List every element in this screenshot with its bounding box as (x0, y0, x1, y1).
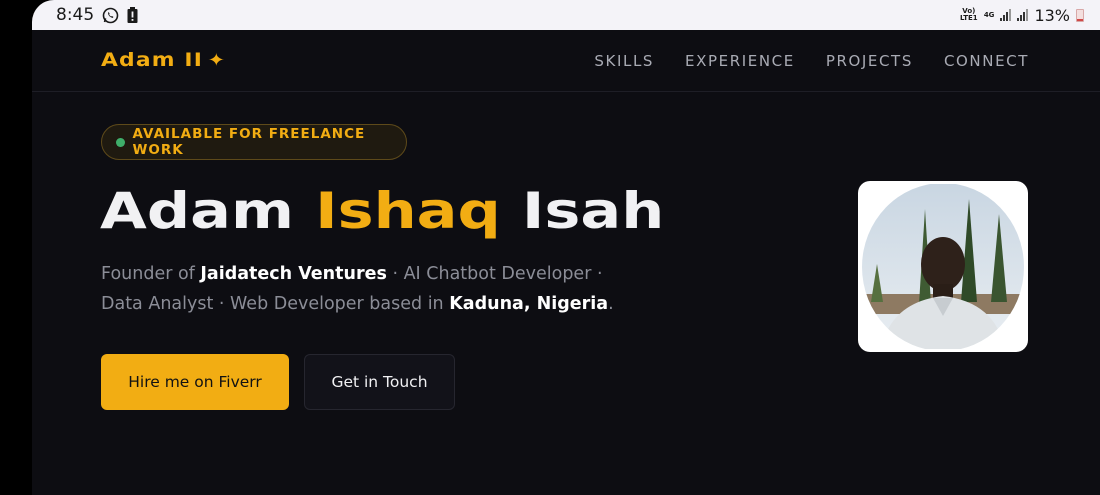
hero-title: Adam Ishaq Isah (100, 182, 664, 240)
availability-text: AVAILABLE FOR FREELANCE WORK (132, 126, 366, 158)
logo-text: Adam II (101, 49, 203, 71)
hero-last-name: Isah (521, 182, 665, 240)
battery-alert-icon (127, 7, 138, 23)
battery-icon (1076, 8, 1084, 22)
tagline-suffix: . (608, 294, 614, 314)
volte-indicator: Vo) LTE1 (959, 7, 978, 22)
portfolio-page: Adam II ✦ SKILLS EXPERIENCE PROJECTS CON… (32, 30, 1100, 495)
nav-link-skills[interactable]: SKILLS (594, 52, 654, 70)
battery-percent: 13% (1034, 5, 1070, 25)
hire-on-fiverr-button[interactable]: Hire me on Fiverr (101, 354, 289, 410)
hero-tagline: Founder of Jaidatech Ventures · AI Chatb… (101, 259, 621, 319)
sparkle-icon: ✦ (207, 49, 227, 71)
tagline-company: Jaidatech Ventures (200, 264, 387, 284)
status-dot-icon (116, 137, 125, 147)
navbar: Adam II ✦ SKILLS EXPERIENCE PROJECTS CON… (32, 30, 1100, 92)
availability-badge: AVAILABLE FOR FREELANCE WORK (101, 124, 407, 160)
nav-link-connect[interactable]: CONNECT (944, 52, 1029, 70)
site-logo[interactable]: Adam II ✦ (101, 49, 226, 71)
hero-first-name: Adam (100, 182, 294, 240)
tagline-prefix: Founder of (101, 264, 201, 284)
whatsapp-icon (102, 7, 119, 24)
tagline-location: Kaduna, Nigeria (449, 294, 609, 314)
profile-photo (858, 181, 1028, 352)
network-type: 4G (983, 11, 995, 19)
signal-icon (1000, 9, 1012, 21)
signal-icon (1017, 9, 1029, 21)
hero-middle-name: Ishaq (315, 182, 501, 240)
nav-link-experience[interactable]: EXPERIENCE (685, 52, 795, 70)
nav-link-projects[interactable]: PROJECTS (826, 52, 913, 70)
status-bar: 8:45 Vo) LTE1 4G 13% (32, 0, 1100, 30)
nav-menu: SKILLS EXPERIENCE PROJECTS CONNECT (594, 52, 1029, 70)
clock: 8:45 (56, 5, 95, 25)
get-in-touch-button[interactable]: Get in Touch (304, 354, 455, 410)
